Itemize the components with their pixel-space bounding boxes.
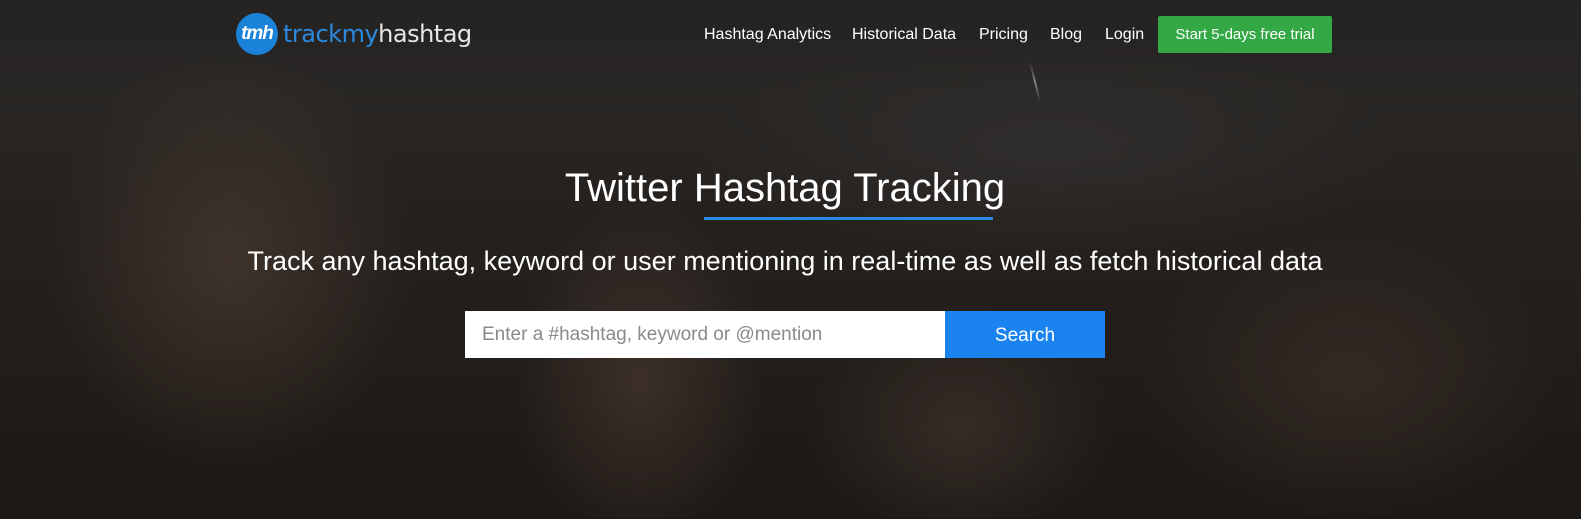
logo-badge: tmh [236,13,278,55]
nav-login[interactable]: Login [1105,16,1144,53]
page-title: Twitter Hashtag Tracking [564,166,1006,210]
hero-section: tmh trackmyhashtag Hashtag Analytics His… [0,0,1581,519]
free-trial-button[interactable]: Start 5-days free trial [1158,16,1332,53]
nav-hashtag-analytics[interactable]: Hashtag Analytics [704,16,831,53]
site-logo[interactable]: tmh trackmyhashtag [236,13,472,55]
page-subtitle: Track any hashtag, keyword or user menti… [247,246,1323,276]
logo-wordmark: trackmyhashtag [283,13,472,55]
nav-blog[interactable]: Blog [1050,16,1082,53]
logo-text-trackmy: trackmy [283,20,379,48]
nav-historical-data[interactable]: Historical Data [852,16,956,53]
logo-text-hashtag: hashtag [378,20,472,48]
search-input[interactable] [465,311,945,358]
search-button[interactable]: Search [945,311,1105,358]
nav-pricing[interactable]: Pricing [979,16,1028,53]
title-underline [704,217,993,220]
